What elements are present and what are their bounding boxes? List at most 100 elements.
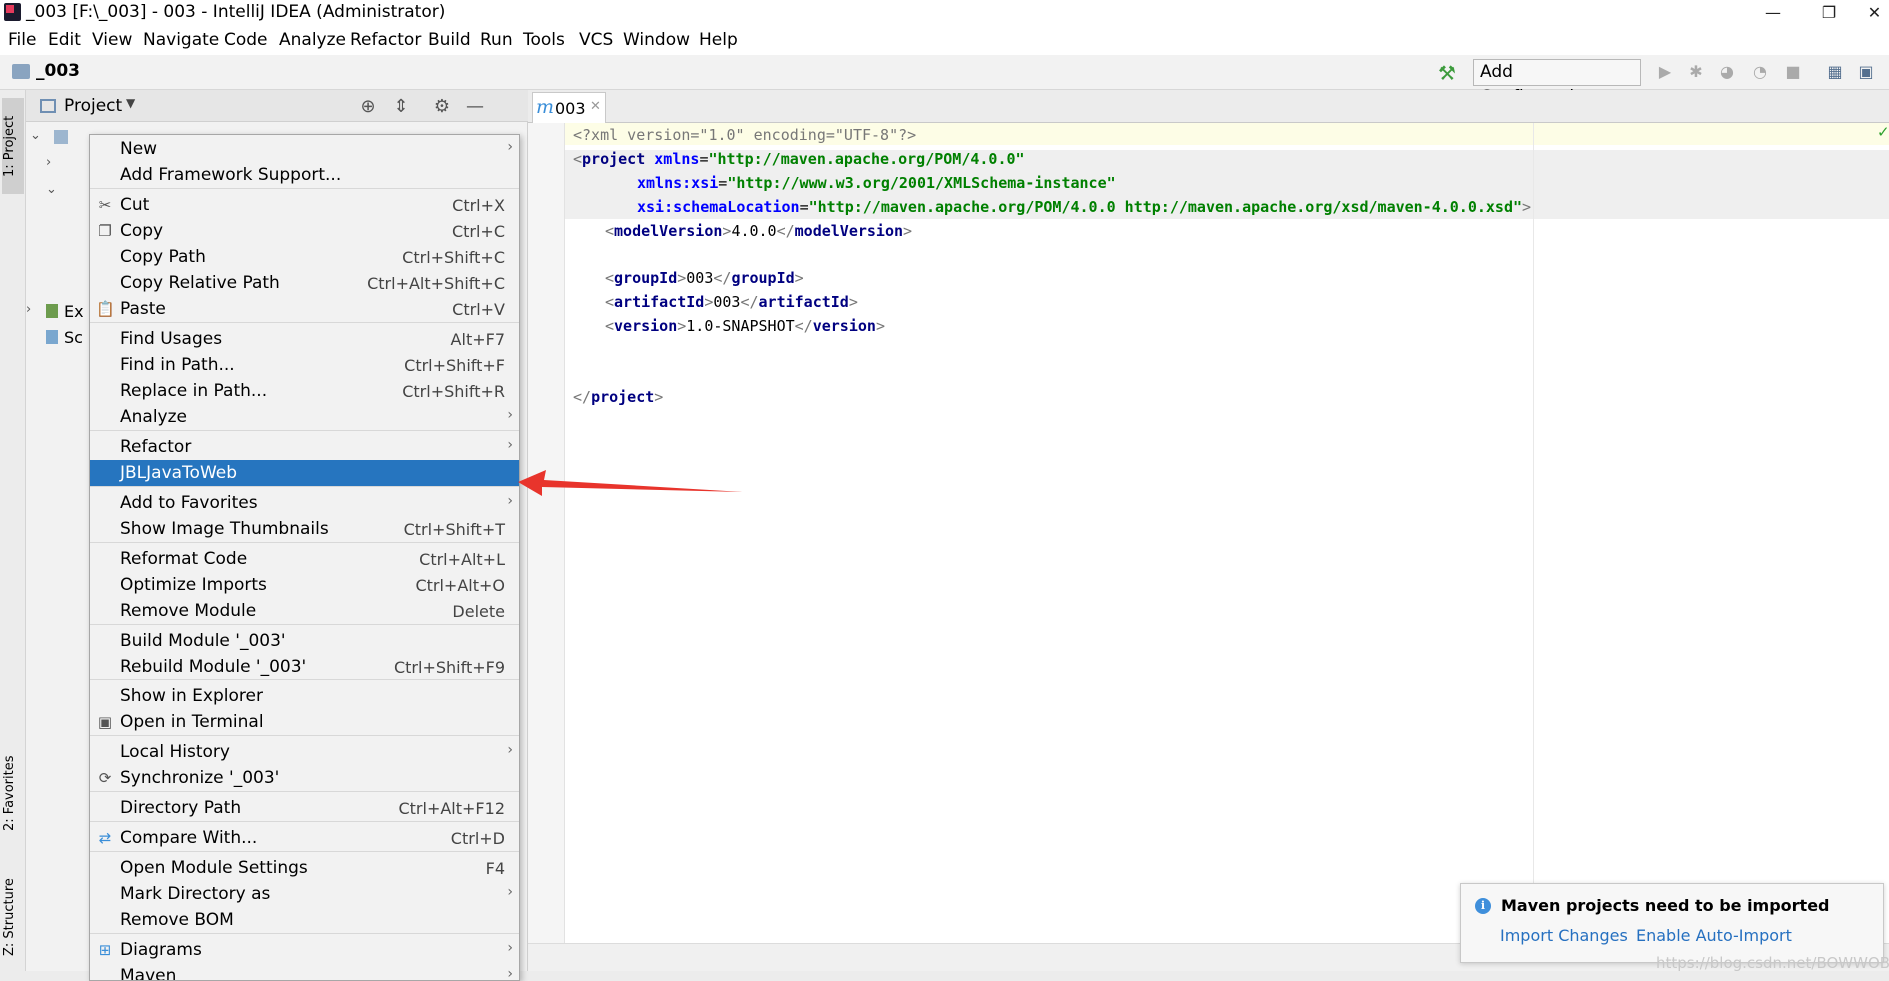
menu-item-rebuild-module-003[interactable]: Rebuild Module '_003' Ctrl+Shift+F9	[90, 654, 519, 680]
hide-icon[interactable]: —	[464, 96, 486, 118]
chevron-right-icon[interactable]: ›	[26, 302, 31, 317]
project-panel-title[interactable]: Project	[64, 96, 122, 116]
project-view-icon	[40, 99, 56, 113]
menu-item-synchronize-003[interactable]: ⟳ Synchronize '_003'	[90, 765, 519, 791]
menu-item-add-to-favorites[interactable]: Add to Favorites ›	[90, 490, 519, 516]
menu-item-shortcut: Ctrl+D	[450, 829, 505, 848]
menu-item-build-module-003[interactable]: Build Module '_003'	[90, 628, 519, 654]
tree-item-root[interactable]: ⌄	[26, 126, 96, 150]
diagram-icon: ⊞	[98, 941, 112, 959]
menu-item-paste[interactable]: 📋 Paste Ctrl+V	[90, 296, 519, 322]
terminal-toolbar-icon[interactable]: ▣	[1856, 62, 1876, 82]
add-configuration-button[interactable]: Add Configuration...	[1473, 59, 1641, 107]
code-line-5: <modelVersion>4.0.0</modelVersion>	[605, 222, 913, 240]
menu-item-remove-module[interactable]: Remove Module Delete	[90, 598, 519, 624]
run-icon[interactable]: ▶	[1655, 62, 1675, 82]
menu-tools[interactable]: Tools	[523, 30, 565, 50]
tab-project[interactable]: 1: Project	[2, 98, 24, 194]
menu-item-directory-path[interactable]: Directory Path Ctrl+Alt+F12	[90, 795, 519, 821]
menu-navigate[interactable]: Navigate	[143, 30, 219, 50]
menu-item-open-module-settings[interactable]: Open Module Settings F4	[90, 855, 519, 881]
menu-item-cut[interactable]: ✂ Cut Ctrl+X	[90, 192, 519, 218]
menu-item-add-framework-support[interactable]: Add Framework Support...	[90, 162, 519, 188]
menu-separator	[90, 624, 519, 625]
menu-refactor[interactable]: Refactor	[350, 30, 421, 50]
tree-item-scratches[interactable]: Sc	[26, 326, 88, 350]
version-tag: version	[614, 317, 678, 335]
gear-icon[interactable]: ⚙	[431, 96, 453, 118]
menu-item-reformat-code[interactable]: Reformat Code Ctrl+Alt+L	[90, 546, 519, 572]
menu-item-open-in-terminal[interactable]: ▣ Open in Terminal	[90, 709, 519, 735]
menu-item-copy[interactable]: ❐ Copy Ctrl+C	[90, 218, 519, 244]
enable-auto-import-link[interactable]: Enable Auto-Import	[1636, 926, 1792, 945]
chevron-right-icon[interactable]: ›	[46, 155, 51, 170]
restore-button[interactable]: ❐	[1806, 0, 1852, 25]
menu-item-copy-relative-path[interactable]: Copy Relative Path Ctrl+Alt+Shift+C	[90, 270, 519, 296]
tab-pom-xml[interactable]: m 003 ✕	[532, 92, 606, 123]
menu-analyze[interactable]: Analyze	[279, 30, 346, 50]
coverage-icon[interactable]: ◕	[1717, 62, 1737, 82]
menu-item-refactor[interactable]: Refactor ›	[90, 434, 519, 460]
menu-item-label: Refactor	[120, 437, 192, 457]
menu-item-label: Show Image Thumbnails	[120, 519, 329, 539]
menu-item-copy-path[interactable]: Copy Path Ctrl+Shift+C	[90, 244, 519, 270]
locate-icon[interactable]: ⊕	[357, 96, 379, 118]
code-editor[interactable]: ✓ <?xml version="1.0" encoding="UTF-8"?>…	[565, 123, 1889, 943]
menu-item-mark-directory-as[interactable]: Mark Directory as ›	[90, 881, 519, 907]
menu-view[interactable]: View	[92, 30, 132, 50]
tab-favorites[interactable]: 2: Favorites	[2, 738, 24, 848]
menu-item-label: Replace in Path...	[120, 381, 268, 401]
menu-edit[interactable]: Edit	[48, 30, 81, 50]
menu-item-new[interactable]: New ›	[90, 136, 519, 162]
menu-run[interactable]: Run	[480, 30, 513, 50]
project-structure-icon[interactable]: ▦	[1825, 62, 1845, 82]
schema-value: "http://maven.apache.org/POM/4.0.0 http:…	[808, 198, 1523, 216]
stop-icon[interactable]: ■	[1783, 62, 1803, 82]
menu-item-optimize-imports[interactable]: Optimize Imports Ctrl+Alt+O	[90, 572, 519, 598]
menu-item-remove-bom[interactable]: Remove BOM	[90, 907, 519, 933]
breadcrumb[interactable]: _003	[36, 61, 80, 81]
menu-help[interactable]: Help	[699, 30, 738, 50]
close-icon[interactable]: ✕	[590, 99, 601, 114]
menu-build[interactable]: Build	[428, 30, 471, 50]
menu-file[interactable]: File	[8, 30, 36, 50]
import-changes-link[interactable]: Import Changes	[1500, 926, 1628, 945]
menu-item-local-history[interactable]: Local History ›	[90, 739, 519, 765]
menu-item-shortcut: Ctrl+Shift+T	[403, 520, 505, 539]
menu-item-jbljavatoweb[interactable]: JBLJavaToWeb	[90, 460, 519, 486]
menu-item-label: Remove BOM	[120, 910, 234, 930]
menu-item-label: Optimize Imports	[120, 575, 267, 595]
menu-item-show-in-explorer[interactable]: Show in Explorer	[90, 683, 519, 709]
menu-item-find-in-path[interactable]: Find in Path... Ctrl+Shift+F	[90, 352, 519, 378]
menu-code[interactable]: Code	[224, 30, 268, 50]
profile-icon[interactable]: ◔	[1750, 62, 1770, 82]
menu-item-show-image-thumbnails[interactable]: Show Image Thumbnails Ctrl+Shift+T	[90, 516, 519, 542]
menu-window[interactable]: Window	[623, 30, 690, 50]
menu-separator	[90, 430, 519, 431]
cut-icon: ✂	[98, 196, 112, 214]
build-hammer-icon[interactable]: ⚒	[1438, 61, 1456, 85]
debug-icon[interactable]: ✱	[1686, 62, 1706, 82]
menu-item-find-usages[interactable]: Find Usages Alt+F7	[90, 326, 519, 352]
close-button[interactable]: ✕	[1860, 0, 1889, 25]
menu-vcs[interactable]: VCS	[579, 30, 613, 50]
tree-row[interactable]: ›	[26, 153, 86, 177]
chevron-down-icon[interactable]: ⌄	[46, 182, 57, 197]
chevron-down-icon[interactable]: ⌄	[30, 128, 41, 143]
code-line-3: xmlns:xsi="http://www.w3.org/2001/XMLSch…	[637, 174, 1116, 192]
menu-item-shortcut: Ctrl+Alt+Shift+C	[367, 274, 505, 293]
menu-item-diagrams[interactable]: ⊞ Diagrams ›	[90, 937, 519, 963]
menu-item-shortcut: Ctrl+Shift+R	[402, 382, 505, 401]
menu-item-replace-in-path[interactable]: Replace in Path... Ctrl+Shift+R	[90, 378, 519, 404]
chevron-down-icon[interactable]: ▼	[126, 96, 135, 110]
tree-row[interactable]: ⌄	[26, 180, 86, 204]
menu-item-compare-with[interactable]: ⇄ Compare With... Ctrl+D	[90, 825, 519, 851]
intellij-icon	[4, 3, 21, 21]
tree-item-external-libraries[interactable]: › Ex	[26, 300, 88, 324]
tab-structure[interactable]: Z: Structure	[2, 862, 24, 972]
minimize-button[interactable]: —	[1750, 0, 1796, 25]
model-version-tag: modelVersion	[614, 222, 723, 240]
menu-item-maven[interactable]: Maven ›	[90, 963, 519, 980]
menu-item-analyze[interactable]: Analyze ›	[90, 404, 519, 430]
collapse-all-icon[interactable]: ⇕	[390, 96, 412, 118]
